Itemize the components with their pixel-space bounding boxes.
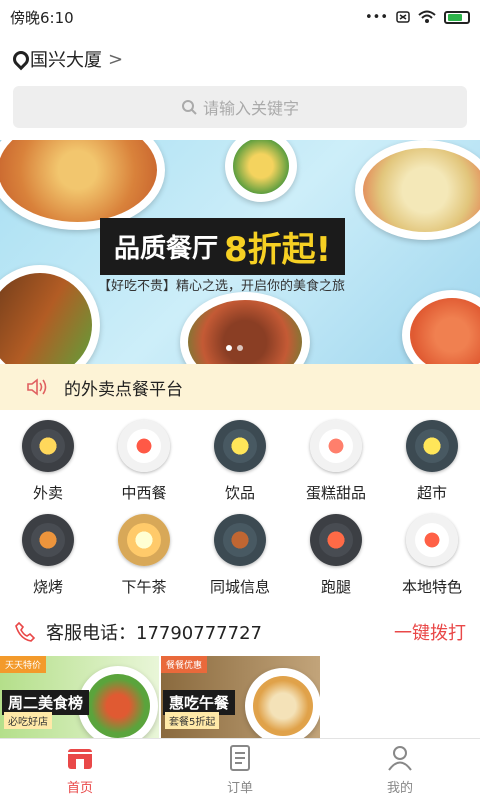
search-input[interactable]: 请输入关键字	[13, 86, 467, 128]
eel-rice-image	[0, 265, 100, 364]
promo-sub: 必吃好店	[4, 712, 52, 729]
category-errand[interactable]: 跑腿	[288, 514, 384, 608]
wifi-icon	[418, 10, 436, 23]
phone-icon	[15, 621, 36, 642]
pager-dot[interactable]	[226, 345, 232, 351]
tab-label: 首页	[66, 781, 93, 796]
status-bar: 傍晚6:10 •••	[0, 0, 480, 34]
afternoon-tea-icon	[118, 514, 170, 566]
shop-icon	[68, 749, 92, 769]
category-label: 同城信息	[209, 578, 270, 596]
category-cake-dessert[interactable]: 蛋糕甜品	[288, 420, 384, 514]
shrimp-image	[402, 290, 480, 364]
sushi-icon	[118, 420, 170, 472]
promo-cards: 天天特价 周二美食榜 必吃好店 餐餐优惠 惠吃午餐 套餐5折起	[0, 656, 480, 742]
salad-image	[225, 140, 297, 202]
category-city-info[interactable]: 同城信息	[192, 514, 288, 608]
service-phone: 客服电话：17790777727	[46, 623, 262, 644]
search-icon	[181, 100, 197, 115]
banner-discount: 8折起!	[224, 230, 332, 270]
noodle-bowl-image	[245, 668, 320, 742]
city-info-icon	[214, 514, 266, 566]
local-specialty-icon	[406, 514, 458, 566]
category-local-specialty[interactable]: 本地特色	[384, 514, 480, 608]
bottom-tab-bar: 首页 订单 我的	[0, 738, 480, 800]
chevron-right-icon: >	[108, 48, 124, 70]
location-pin-icon	[12, 51, 24, 67]
order-icon	[230, 745, 250, 771]
banner-pager	[226, 345, 243, 351]
more-dots-icon: •••	[364, 9, 388, 25]
pizza-image	[0, 140, 165, 230]
location-selector[interactable]: 国兴大厦 >	[0, 34, 480, 84]
call-button[interactable]: 一键拨打	[394, 619, 466, 645]
banner-title: 品质餐厅 8折起!	[100, 218, 346, 275]
status-time: 傍晚6:10	[10, 8, 74, 27]
category-bbq[interactable]: 烧烤	[0, 514, 96, 608]
errand-icon	[310, 514, 362, 566]
promo-card-weekly[interactable]: 天天特价 周二美食榜 必吃好店	[0, 656, 159, 742]
battery-icon	[444, 10, 470, 24]
sim-icon	[396, 11, 410, 23]
customer-service-row: 客服电话：17790777727 一键拨打	[0, 608, 480, 656]
promo-tag: 餐餐优惠	[161, 656, 208, 673]
tab-label: 订单	[226, 781, 253, 796]
category-drinks[interactable]: 饮品	[192, 420, 288, 514]
category-label: 下午茶	[121, 578, 167, 596]
category-label: 本地特色	[401, 578, 462, 596]
banner-title-text: 品质餐厅	[114, 234, 219, 264]
bbq-icon	[22, 514, 74, 566]
category-takeout[interactable]: 外卖	[0, 420, 96, 514]
promo-tag: 天天特价	[0, 656, 47, 673]
category-chinese-western[interactable]: 中西餐	[96, 420, 192, 514]
notice-bar[interactable]: 的外卖点餐平台	[0, 364, 480, 410]
pager-dot[interactable]	[237, 345, 243, 351]
drinks-icon	[214, 420, 266, 472]
tab-orders[interactable]: 订单	[160, 739, 320, 800]
pasta-image	[355, 140, 480, 240]
tab-profile[interactable]: 我的	[320, 739, 480, 800]
promo-card-lunch[interactable]: 餐餐优惠 惠吃午餐 套餐5折起	[161, 656, 320, 742]
notice-text: 的外卖点餐平台	[64, 379, 183, 400]
category-label: 外卖	[32, 484, 63, 502]
category-label: 中西餐	[121, 484, 167, 502]
category-label: 蛋糕甜品	[305, 484, 366, 502]
search-placeholder: 请输入关键字	[202, 99, 299, 118]
steak-image	[180, 292, 310, 364]
category-afternoon-tea[interactable]: 下午茶	[96, 514, 192, 608]
category-grid: 外卖 中西餐 饮品 蛋糕甜品 超市 烧烤 下午茶 同城信息 跑腿 本地特色	[0, 410, 480, 608]
location-name: 国兴大厦	[30, 50, 102, 71]
tab-label: 我的	[386, 781, 413, 796]
promo-sub: 套餐5折起	[165, 712, 220, 729]
category-label: 跑腿	[320, 578, 351, 596]
supermarket-icon	[406, 420, 458, 472]
category-supermarket[interactable]: 超市	[384, 420, 480, 514]
tab-home[interactable]: 首页	[0, 739, 160, 800]
promo-banner[interactable]: 品质餐厅 8折起! 【好吃不贵】精心之选，开启你的美食之旅	[0, 140, 480, 364]
banner-subtitle: 【好吃不贵】精心之选，开启你的美食之旅	[98, 279, 346, 294]
category-label: 烧烤	[32, 578, 63, 596]
takeout-icon	[22, 420, 74, 472]
dessert-icon	[310, 420, 362, 472]
profile-icon	[388, 746, 412, 771]
category-label: 饮品	[224, 484, 255, 502]
category-label: 超市	[416, 484, 447, 502]
dish-image	[78, 666, 158, 742]
speaker-icon	[27, 378, 47, 396]
